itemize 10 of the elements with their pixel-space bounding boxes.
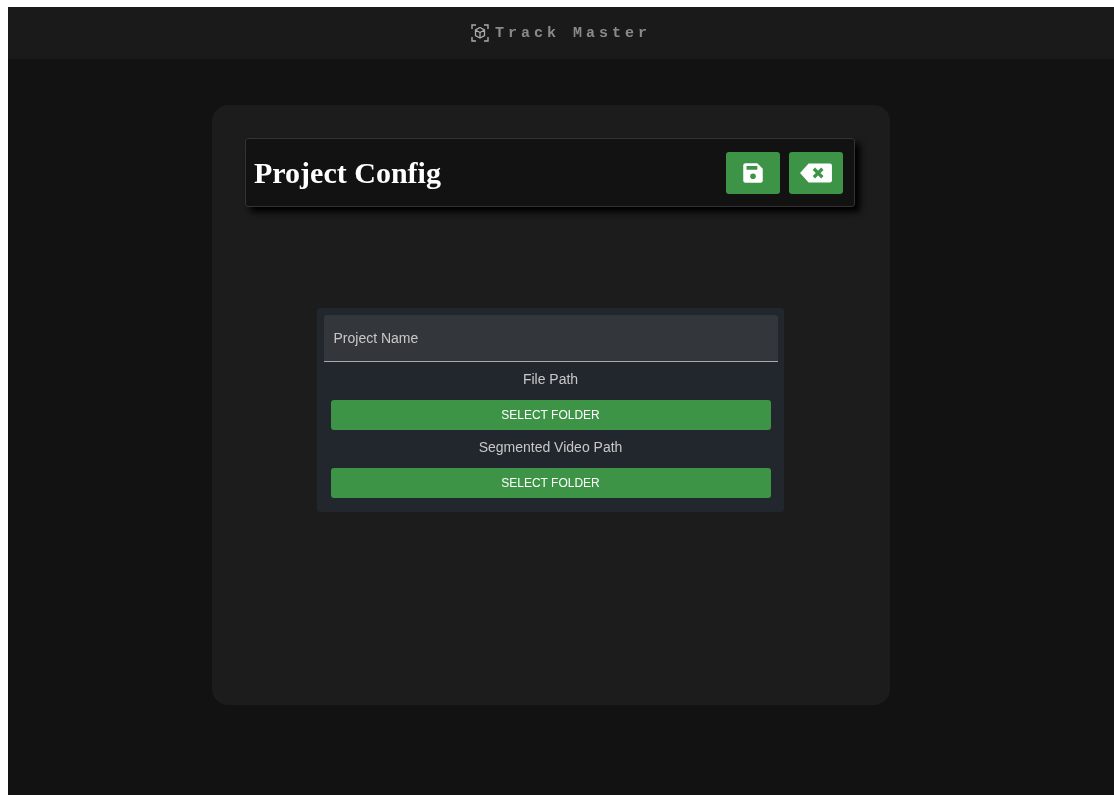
select-folder-button[interactable]: SELECT FOLDER [330,400,771,430]
save-button[interactable] [726,151,780,194]
select-folder-button[interactable]: SELECT FOLDER [330,468,771,498]
app-title: Track Master [495,24,651,42]
cube-icon [471,24,489,42]
path-label: File Path [522,371,579,387]
panel-title: Project Config [254,155,441,190]
project-name-field[interactable]: Project Name [323,315,778,362]
clear-button[interactable] [789,151,843,194]
path-label: Segmented Video Path [478,439,623,455]
